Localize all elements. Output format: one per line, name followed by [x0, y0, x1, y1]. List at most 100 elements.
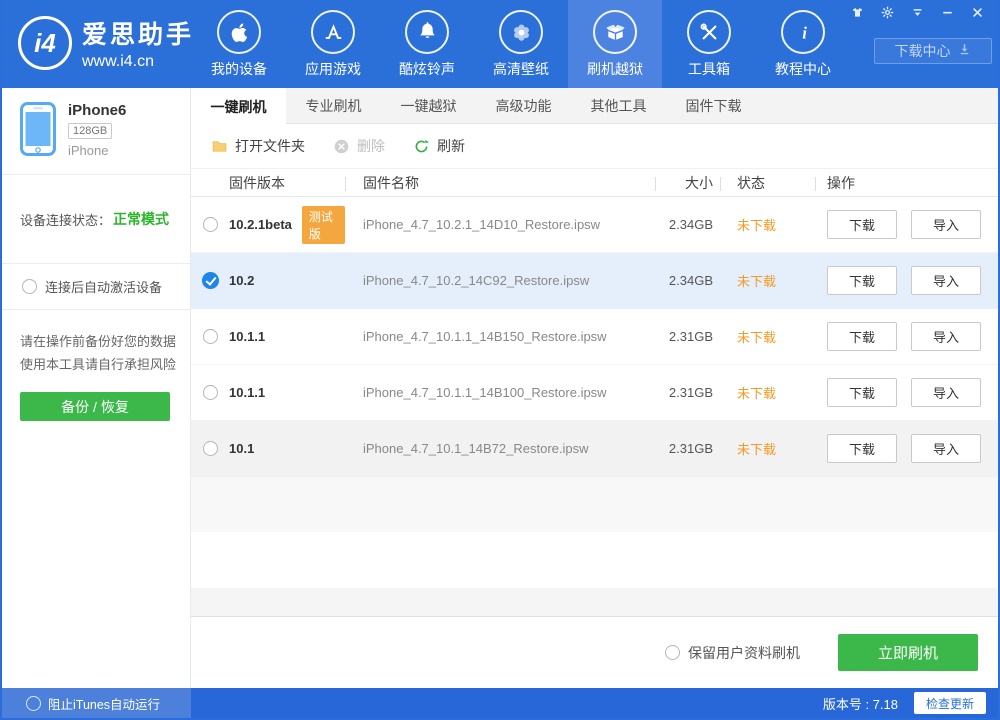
- firmware-select-radio[interactable]: [202, 272, 219, 289]
- tab-other-tools[interactable]: 其他工具: [571, 88, 666, 123]
- bell-icon: [405, 10, 449, 54]
- download-center-button[interactable]: 下载中心: [874, 38, 992, 64]
- firmware-row[interactable]: 10.1.1 iPhone_4.7_10.1.1_14B100_Restore.…: [191, 365, 998, 421]
- info-icon: i: [781, 10, 825, 54]
- device-card: iPhone6 128GB iPhone: [2, 88, 190, 175]
- import-button[interactable]: 导入: [911, 322, 981, 351]
- app-title: 爱思助手: [82, 15, 194, 51]
- flash-now-button[interactable]: 立即刷机: [838, 634, 978, 671]
- tab-one-key-flash[interactable]: 一键刷机: [191, 88, 286, 125]
- import-button[interactable]: 导入: [911, 434, 981, 463]
- main-menu-button[interactable]: [905, 5, 930, 25]
- refresh-icon: [413, 138, 430, 155]
- itunes-block-radio[interactable]: [26, 696, 41, 711]
- firmware-table-header: 固件版本 固件名称 大小 状态 操作: [191, 168, 998, 197]
- device-capacity-badge: 128GB: [68, 123, 112, 139]
- keep-data-label: 保留用户资料刷机: [688, 643, 800, 663]
- check-update-button[interactable]: 检查更新: [914, 692, 986, 714]
- firmware-file-name: iPhone_4.7_10.1.1_14B150_Restore.ipsw: [345, 329, 655, 344]
- i4-logo-icon: i4: [18, 16, 72, 70]
- auto-activate-radio[interactable]: [22, 279, 37, 294]
- window-body: iPhone6 128GB iPhone 设备连接状态：正常模式 连接后自动激活…: [2, 88, 998, 688]
- firmware-select-radio[interactable]: [203, 217, 218, 232]
- toolbox-icon: [687, 10, 731, 54]
- beta-badge: 测试版: [302, 206, 345, 244]
- main-panel: 一键刷机专业刷机一键越狱高级功能其他工具固件下载 打开文件夹 删除 刷新 固件版…: [191, 88, 998, 688]
- nav-item-toolbox[interactable]: 工具箱: [662, 0, 756, 88]
- device-type: iPhone: [68, 143, 126, 158]
- app-logo: i4 爱思助手 www.i4.cn: [18, 15, 194, 71]
- sidebar: iPhone6 128GB iPhone 设备连接状态：正常模式 连接后自动激活…: [2, 88, 191, 688]
- nav-item-flash-jailbreak[interactable]: 刷机越狱: [568, 0, 662, 88]
- download-button[interactable]: 下载: [827, 378, 897, 407]
- firmware-file-name: iPhone_4.7_10.1.1_14B100_Restore.ipsw: [345, 385, 655, 400]
- status-bar: 阻止iTunes自动运行 版本号 : 7.18 检查更新: [2, 688, 998, 718]
- import-button[interactable]: 导入: [911, 378, 981, 407]
- minus-icon: [940, 5, 955, 25]
- tab-bar: 一键刷机专业刷机一键越狱高级功能其他工具固件下载: [191, 88, 998, 124]
- toolbar-delete: 删除: [333, 136, 385, 156]
- firmware-select-radio[interactable]: [203, 385, 218, 400]
- nav-item-my-devices[interactable]: 我的设备: [192, 0, 286, 88]
- firmware-status: 未下载: [713, 271, 815, 290]
- tab-pro-flash[interactable]: 专业刷机: [286, 88, 381, 123]
- apple-icon: [217, 10, 261, 54]
- firmware-version: 10.1: [229, 441, 254, 456]
- tab-advanced[interactable]: 高级功能: [476, 88, 571, 123]
- tab-firmware-download[interactable]: 固件下载: [666, 88, 761, 123]
- close-icon: [970, 5, 985, 25]
- tab-one-key-jailbreak[interactable]: 一键越狱: [381, 88, 476, 123]
- download-button[interactable]: 下载: [827, 266, 897, 295]
- download-button[interactable]: 下载: [827, 434, 897, 463]
- auto-activate-option[interactable]: 连接后自动激活设备: [2, 264, 190, 310]
- nav-item-ringtones[interactable]: 酷炫铃声: [380, 0, 474, 88]
- col-header-version: 固件版本: [229, 173, 345, 193]
- empty-stripe: [191, 532, 998, 588]
- download-icon: [957, 42, 972, 60]
- app-window: i4 爱思助手 www.i4.cn 我的设备 应用游戏 酷炫铃声 高清壁纸 刷机…: [0, 0, 1000, 720]
- app-subtitle: www.i4.cn: [82, 53, 194, 71]
- appstore-icon: [311, 10, 355, 54]
- firmware-size: 2.34GB: [655, 217, 713, 232]
- close-button[interactable]: [965, 5, 990, 25]
- skin-button[interactable]: [845, 5, 870, 25]
- settings-button[interactable]: [875, 5, 900, 25]
- svg-text:i: i: [802, 23, 807, 42]
- import-button[interactable]: 导入: [911, 210, 981, 239]
- minimize-button[interactable]: [935, 5, 960, 25]
- firmware-version: 10.2.1beta: [229, 217, 292, 232]
- backup-restore-button[interactable]: 备份 / 恢复: [20, 392, 170, 421]
- firmware-row[interactable]: 10.1 iPhone_4.7_10.1_14B72_Restore.ipsw …: [191, 421, 998, 477]
- connection-mode-value: 正常模式: [113, 209, 169, 229]
- firmware-select-radio[interactable]: [203, 441, 218, 456]
- warning-line-1: 请在操作前备份好您的数据: [20, 330, 172, 353]
- itunes-block-label: 阻止iTunes自动运行: [48, 694, 160, 713]
- firmware-status: 未下载: [713, 215, 815, 234]
- connection-status-label: 设备连接状态：: [20, 210, 111, 229]
- toolbar-refresh[interactable]: 刷新: [413, 136, 465, 156]
- empty-stripe: [191, 477, 998, 532]
- col-header-size: 大小: [655, 173, 713, 193]
- firmware-version: 10.1.1: [229, 329, 265, 344]
- nav-item-apps-games[interactable]: 应用游戏: [286, 0, 380, 88]
- download-center-label: 下载中心: [895, 41, 951, 61]
- firmware-size: 2.34GB: [655, 273, 713, 288]
- download-button[interactable]: 下载: [827, 210, 897, 239]
- gear-icon: [880, 5, 895, 25]
- download-button[interactable]: 下载: [827, 322, 897, 351]
- itunes-block-option[interactable]: 阻止iTunes自动运行: [2, 688, 191, 718]
- firmware-file-name: iPhone_4.7_10.2_14C92_Restore.ipsw: [345, 273, 655, 288]
- nav-item-wallpapers[interactable]: 高清壁纸: [474, 0, 568, 88]
- nav-item-tutorials[interactable]: i 教程中心: [756, 0, 850, 88]
- toolbar-open-folder[interactable]: 打开文件夹: [211, 136, 305, 156]
- backup-warning: 请在操作前备份好您的数据 使用本工具请自行承担风险 备份 / 恢复: [2, 310, 190, 441]
- empty-stripe: [191, 588, 998, 616]
- col-header-status: 状态: [713, 173, 815, 193]
- firmware-row[interactable]: 10.2.1beta测试版 iPhone_4.7_10.2.1_14D10_Re…: [191, 197, 998, 253]
- firmware-select-radio[interactable]: [203, 329, 218, 344]
- main-nav: 我的设备 应用游戏 酷炫铃声 高清壁纸 刷机越狱 工具箱 i 教程中心: [192, 0, 850, 88]
- import-button[interactable]: 导入: [911, 266, 981, 295]
- firmware-row[interactable]: 10.1.1 iPhone_4.7_10.1.1_14B150_Restore.…: [191, 309, 998, 365]
- keep-data-radio[interactable]: [665, 645, 680, 660]
- firmware-row[interactable]: 10.2 iPhone_4.7_10.2_14C92_Restore.ipsw …: [191, 253, 998, 309]
